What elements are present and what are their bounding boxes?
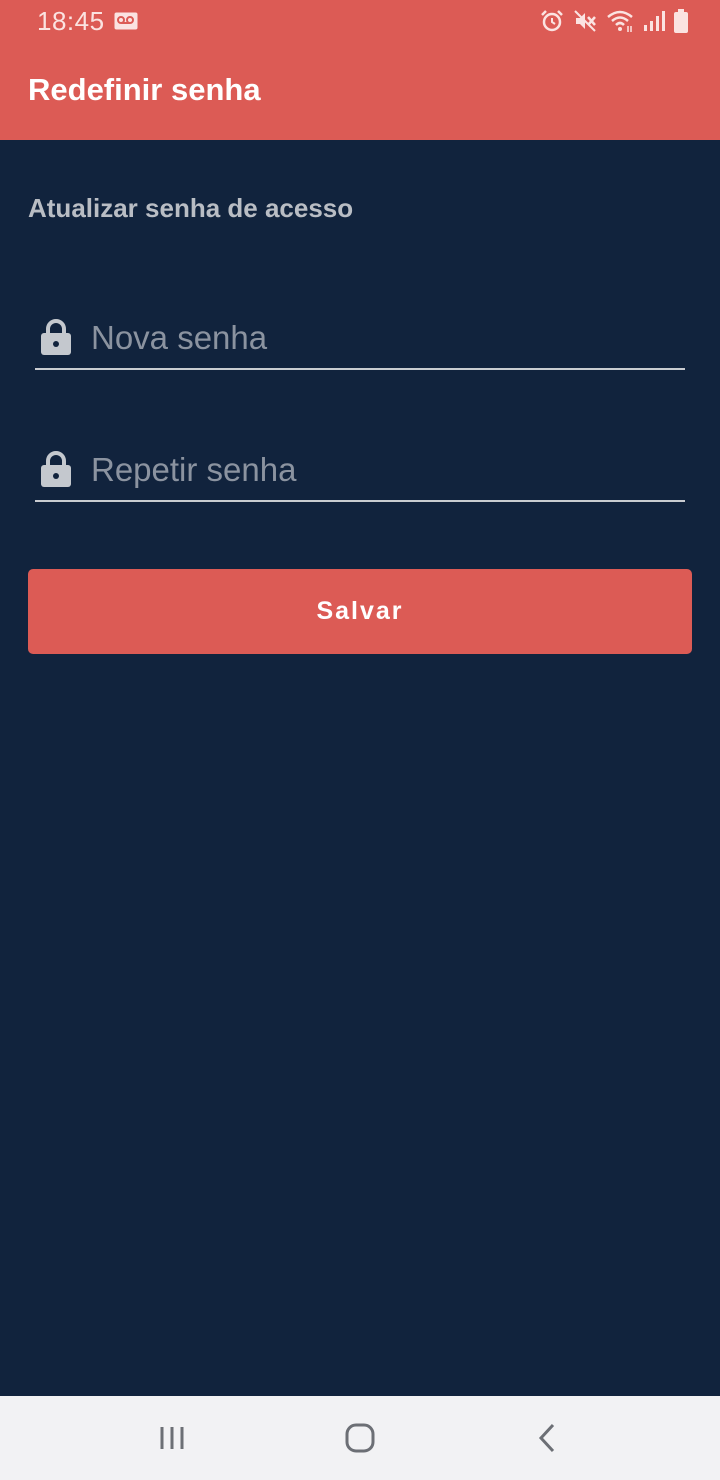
new-password-field [35, 308, 685, 370]
back-icon [538, 1423, 555, 1453]
voicemail-icon [114, 12, 138, 30]
save-button[interactable]: Salvar [28, 569, 692, 654]
screen: 18:45 Redefinir senha Atualizar senha de… [0, 0, 720, 1480]
lock-icon [40, 318, 72, 356]
navigation-bar [0, 1396, 720, 1480]
page-title: Redefinir senha [28, 72, 261, 107]
back-button[interactable] [517, 1414, 577, 1462]
status-icons [540, 9, 688, 33]
new-password-input[interactable] [91, 316, 671, 360]
wifi-icon [606, 9, 634, 33]
home-button[interactable] [330, 1414, 390, 1462]
home-icon [345, 1423, 375, 1453]
section-heading: Atualizar senha de acesso [28, 193, 354, 223]
status-time: 18:45 [37, 6, 105, 36]
repeat-password-input[interactable] [91, 448, 671, 492]
app-bar: Redefinir senha [0, 42, 720, 140]
repeat-password-field [35, 440, 685, 502]
recent-apps-icon [160, 1427, 184, 1449]
recent-apps-button[interactable] [142, 1414, 202, 1462]
status-bar: 18:45 [0, 0, 720, 42]
signal-icon [643, 10, 665, 32]
battery-icon [674, 9, 688, 33]
alarm-icon [540, 9, 564, 33]
mute-icon [573, 9, 597, 33]
lock-icon [40, 450, 72, 488]
